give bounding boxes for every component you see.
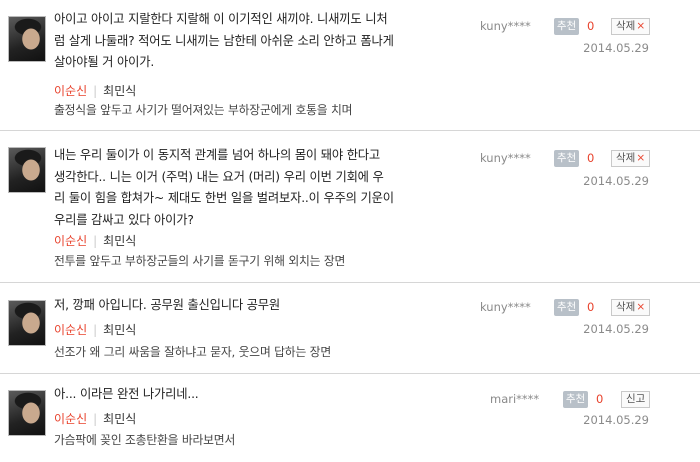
comment-date: 2014.05.29: [583, 41, 649, 55]
close-icon: ×: [636, 152, 646, 164]
comment-date: 2014.05.29: [583, 174, 649, 188]
close-icon: ×: [636, 20, 646, 32]
avatar[interactable]: [8, 300, 46, 346]
username: mari****: [490, 392, 540, 406]
actor-name[interactable]: 최민식: [103, 84, 136, 98]
character-name[interactable]: 이순신: [54, 84, 87, 98]
recommend-count: 0: [587, 151, 595, 165]
username: kuny****: [480, 19, 531, 33]
recommend-button[interactable]: 추천: [554, 299, 579, 316]
quote-text: 아... 이라믄 완전 나가리네...: [54, 387, 199, 401]
avatar[interactable]: [8, 390, 46, 436]
quote-text: 내는 우리 둘이가 이 동지적 관계를 넘어 하나의 몸이 돼야 한다고 생각한…: [54, 148, 394, 227]
avatar[interactable]: [8, 147, 46, 193]
divider: |: [93, 323, 98, 337]
actor-name[interactable]: 최민식: [103, 234, 136, 248]
comment-date: 2014.05.29: [583, 413, 649, 427]
divider: |: [93, 234, 98, 248]
recommend-button[interactable]: 추천: [554, 150, 579, 167]
username: kuny****: [480, 300, 531, 314]
delete-label: 삭제: [616, 152, 636, 164]
character-name[interactable]: 이순신: [54, 234, 87, 248]
delete-label: 삭제: [616, 20, 636, 32]
comment-list: 아이고 아이고 지랄한다 지랄해 이 이기적인 새끼야. 니새끼도 니처럼 살게…: [0, 0, 700, 462]
scene-description: 가슴팍에 꽂인 조총탄환을 바라보면서: [54, 433, 236, 447]
divider: |: [93, 412, 98, 426]
cast-info: 이순신 | 최민식: [54, 321, 136, 338]
actor-name[interactable]: 최민식: [103, 323, 136, 337]
scene-description: 전투를 앞두고 부하장군들의 사기를 돋구기 위해 외치는 장면: [54, 254, 346, 268]
close-icon: ×: [636, 301, 646, 313]
scene-description: 출정식을 앞두고 사기가 떨어져있는 부하장군에게 호통을 치며: [54, 103, 353, 117]
username: kuny****: [480, 151, 531, 165]
comment-item: 저, 깡패 아입니다. 공무원 출신입니다 공무원 이순신 | 최민식 선조가 왜 …: [0, 282, 700, 373]
comment-item: 내는 우리 둘이가 이 동지적 관계를 넘어 하나의 몸이 돼야 한다고 생각한…: [0, 130, 700, 282]
recommend-button[interactable]: 추천: [563, 391, 588, 408]
character-name[interactable]: 이순신: [54, 412, 87, 426]
recommend-count: 0: [587, 19, 595, 33]
comment-item: 아... 이라믄 완전 나가리네... 이순신 | 최민식 가슴팍에 꽂인 조총탄환…: [0, 373, 700, 462]
delete-button[interactable]: 삭제×: [611, 150, 651, 167]
recommend-count: 0: [596, 392, 604, 406]
actor-name[interactable]: 최민식: [103, 412, 136, 426]
comment-date: 2014.05.29: [583, 322, 649, 336]
cast-info: 이순신 | 최민식: [54, 82, 136, 99]
delete-button[interactable]: 삭제×: [611, 18, 651, 35]
quote-text: 아이고 아이고 지랄한다 지랄해 이 이기적인 새끼야. 니새끼도 니처럼 살게…: [54, 12, 394, 69]
recommend-count: 0: [587, 300, 595, 314]
divider: |: [93, 84, 98, 98]
scene-description: 선조가 왜 그리 싸움을 잘하냐고 묻자, 웃으며 답하는 장면: [54, 345, 331, 359]
cast-info: 이순신 | 최민식: [54, 232, 136, 249]
cast-info: 이순신 | 최민식: [54, 410, 136, 427]
delete-label: 삭제: [616, 301, 636, 313]
report-button[interactable]: 신고: [621, 391, 651, 408]
delete-button[interactable]: 삭제×: [611, 299, 651, 316]
recommend-button[interactable]: 추천: [554, 18, 579, 35]
character-name[interactable]: 이순신: [54, 323, 87, 337]
comment-item: 아이고 아이고 지랄한다 지랄해 이 이기적인 새끼야. 니새끼도 니처럼 살게…: [0, 0, 700, 130]
quote-text: 저, 깡패 아입니다. 공무원 출신입니다 공무원: [54, 298, 280, 312]
report-label: 신고: [626, 393, 646, 405]
avatar[interactable]: [8, 16, 46, 62]
